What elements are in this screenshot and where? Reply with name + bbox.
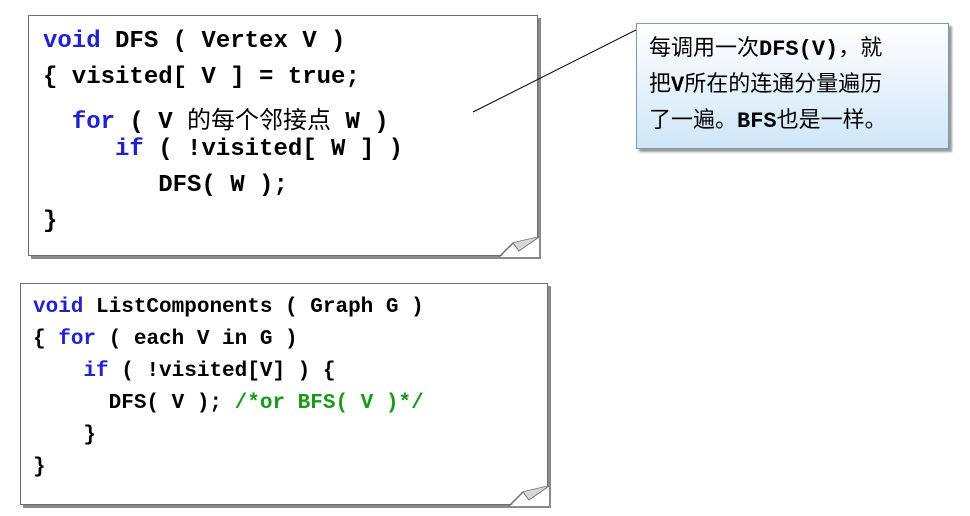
text-segment: BFS	[737, 109, 777, 134]
text-segment: 所在的连通分量遍历	[684, 72, 883, 97]
text-segment: 也是一样。	[776, 108, 887, 133]
callout-line: 把V所在的连通分量遍历	[649, 66, 882, 98]
text-segment: 把	[649, 72, 672, 97]
text-segment: ，就	[838, 36, 883, 61]
text-segment: V	[671, 73, 685, 98]
callout-line: 每调用一次DFS(V)，就	[649, 30, 882, 62]
dfs-explanation-callout: 每调用一次DFS(V)，就 把V所在的连通分量遍历 了一遍。BFS也是一样。	[636, 23, 949, 149]
text-segment: DFS(V)	[759, 37, 839, 62]
callout-line: 了一遍。BFS也是一样。	[649, 102, 887, 134]
text-segment: 每调用一次	[649, 36, 760, 61]
text-segment: 了一遍。	[649, 108, 738, 133]
